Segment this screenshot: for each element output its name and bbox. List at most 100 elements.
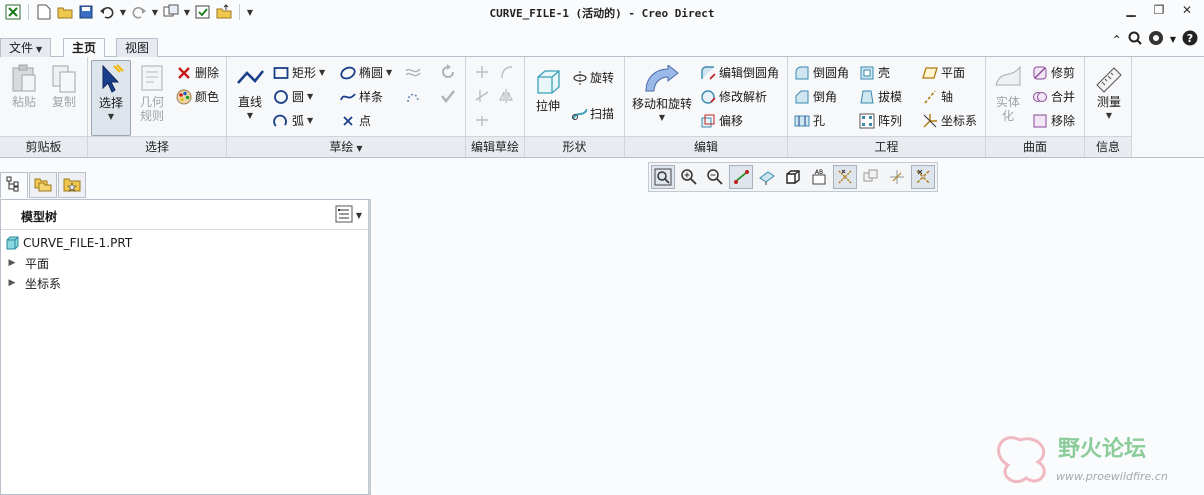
refit-icon[interactable] — [651, 165, 675, 189]
pattern-button[interactable]: 阵列 — [859, 112, 902, 129]
circle-button[interactable]: 圆 ▼ — [273, 88, 313, 105]
spin-center-icon[interactable] — [885, 165, 909, 189]
part-icon — [5, 236, 21, 250]
revolve-button[interactable]: 旋转 — [571, 69, 614, 86]
merge-button[interactable]: 合并 — [1032, 88, 1075, 105]
point-button[interactable]: 点 — [340, 112, 371, 129]
paste-icon — [9, 63, 39, 93]
zoom-out-icon[interactable] — [703, 165, 727, 189]
chamfer-button[interactable]: 倒角 — [794, 88, 837, 105]
ellipse-button[interactable]: 椭圆 ▼ — [340, 64, 392, 81]
mirror-sketch-button[interactable] — [498, 88, 517, 104]
csys-button[interactable]: 坐标系 — [922, 112, 977, 129]
tree-item-csys[interactable]: ▶ 坐标系 — [5, 273, 132, 293]
sweep-button[interactable]: 扫描 — [571, 105, 614, 122]
tab-folder-browser[interactable] — [29, 172, 57, 198]
refresh-sketch-button[interactable] — [440, 64, 459, 80]
geometry-rules-button[interactable]: 几何 规则 — [134, 63, 170, 123]
revolve-label: 旋转 — [590, 71, 615, 85]
zoom-in-icon[interactable] — [677, 165, 701, 189]
accept-sketch-button[interactable] — [440, 88, 459, 104]
extrude-button[interactable]: 拉伸 — [531, 67, 565, 113]
axis-display-icon[interactable] — [911, 165, 935, 189]
move-rotate-label: 移动和旋转 — [631, 97, 692, 111]
tab-model-tree[interactable] — [0, 172, 28, 198]
close-icon[interactable]: ✕ — [1180, 3, 1194, 17]
tab-file[interactable]: 文件 ▼ — [0, 38, 52, 57]
circle-label: 圆 — [292, 90, 305, 104]
point-display-icon[interactable] — [833, 165, 857, 189]
tree-settings-menu[interactable]: ▼ — [335, 205, 362, 226]
offset-button[interactable]: 偏移 — [700, 112, 743, 129]
datum-axis-icon — [922, 89, 938, 105]
paste-button[interactable]: 粘贴 — [6, 63, 42, 109]
ribbon-tab-row: 文件 ▼ 主页 视图 — [0, 36, 1204, 58]
tab-favorites[interactable] — [58, 172, 86, 198]
group-sketch: 直线 ▼ 矩形 ▼ 圆 ▼ 弧 ▼ 椭圆 ▼ 样条 点 草绘 ▼ — [227, 57, 466, 157]
plane-label: 平面 — [941, 66, 966, 80]
plane-button[interactable]: 平面 — [922, 64, 965, 81]
delete-label: 删除 — [195, 66, 220, 80]
tree-settings-icon — [335, 205, 353, 226]
tab-home[interactable]: 主页 — [63, 38, 106, 58]
expand-arrow-icon[interactable]: ▶ — [5, 258, 19, 268]
line-button[interactable]: 直线 ▼ — [232, 63, 268, 123]
move-rotate-button[interactable]: 移动和旋转 ▼ — [629, 65, 695, 125]
corner-sketch-button[interactable] — [498, 64, 517, 80]
solidify-label: 实体 化 — [995, 95, 1020, 123]
divide-sketch-button[interactable] — [474, 88, 493, 104]
trim-surface-icon — [1032, 65, 1048, 81]
saved-orientations-icon[interactable] — [755, 165, 779, 189]
edit-round-button[interactable]: 编辑倒圆角 — [700, 64, 779, 81]
shell-button[interactable]: 壳 — [859, 64, 890, 81]
maximize-icon[interactable]: ❐ — [1152, 3, 1166, 17]
group-label-surface: 曲面 — [986, 136, 1084, 157]
rectangle-button[interactable]: 矩形 ▼ — [273, 64, 325, 81]
shell-icon — [859, 65, 875, 81]
group-label-sketch[interactable]: 草绘 ▼ — [227, 136, 465, 157]
tree-item-label: 坐标系 — [25, 276, 62, 291]
round-button[interactable]: 倒圆角 — [794, 64, 849, 81]
window-title: CURVE_FILE-1 (活动的) - Creo Direct — [489, 7, 715, 20]
minimize-icon[interactable]: ▁ — [1124, 3, 1138, 17]
measure-button[interactable]: 测量 ▼ — [1091, 63, 1127, 123]
select-button[interactable]: 选择 ▼ — [91, 60, 131, 136]
model-tree-icon — [6, 176, 22, 195]
arc-button[interactable]: 弧 ▼ — [273, 112, 313, 129]
model-tree-header: 模型树 ▼ — [1, 200, 368, 230]
display-style-icon[interactable] — [781, 165, 805, 189]
annotation-display-icon[interactable]: AB — [807, 165, 831, 189]
project-button[interactable] — [405, 88, 424, 104]
expand-arrow-icon[interactable]: ▶ — [5, 278, 19, 288]
trim-sketch-button[interactable] — [474, 64, 493, 80]
offset-edge-button[interactable] — [405, 64, 424, 80]
spline-button[interactable]: 样条 — [340, 88, 383, 105]
thicken-sketch-button[interactable] — [474, 112, 493, 128]
model-tree: CURVE_FILE-1.PRT ▶ 平面 ▶ 坐标系 — [5, 233, 132, 293]
modify-analytic-button[interactable]: 修改解析 — [700, 88, 767, 105]
group-label-edit: 编辑 — [625, 136, 787, 157]
solidify-button[interactable]: 实体 化 — [990, 63, 1026, 123]
hole-button[interactable]: 孔 — [794, 112, 825, 129]
ellipse-label: 椭圆 — [359, 66, 384, 80]
corner-icon — [498, 64, 514, 80]
tree-item-part[interactable]: CURVE_FILE-1.PRT — [5, 233, 132, 253]
group-surface: 实体 化 修剪 合并 移除 曲面 — [986, 57, 1085, 157]
delete-button[interactable]: 删除 — [176, 64, 219, 81]
csys-display-icon[interactable] — [859, 165, 883, 189]
color-button[interactable]: 颜色 — [176, 88, 219, 105]
tree-item-planes[interactable]: ▶ 平面 — [5, 253, 132, 273]
datum-display-icon[interactable] — [729, 165, 753, 189]
tab-view[interactable]: 视图 — [116, 38, 159, 57]
ribbon: 粘贴 复制 剪贴板 选择 ▼ 几何 规则 删除 颜色 选择 直线 ▼ 矩形 ▼ … — [0, 57, 1204, 158]
axis-button[interactable]: 轴 — [922, 88, 953, 105]
spline-label: 样条 — [359, 90, 384, 104]
draft-button[interactable]: 拔模 — [859, 88, 902, 105]
copy-button[interactable]: 复制 — [46, 63, 82, 109]
trim-button[interactable]: 修剪 — [1032, 64, 1075, 81]
modify-analytic-label: 修改解析 — [719, 90, 768, 104]
model-tree-panel: 模型树 ▼ CURVE_FILE-1.PRT ▶ 平面 ▶ 坐标系 — [0, 199, 371, 495]
remove-button[interactable]: 移除 — [1032, 112, 1075, 129]
checkmark-icon — [440, 88, 456, 104]
spline-icon — [340, 89, 356, 105]
